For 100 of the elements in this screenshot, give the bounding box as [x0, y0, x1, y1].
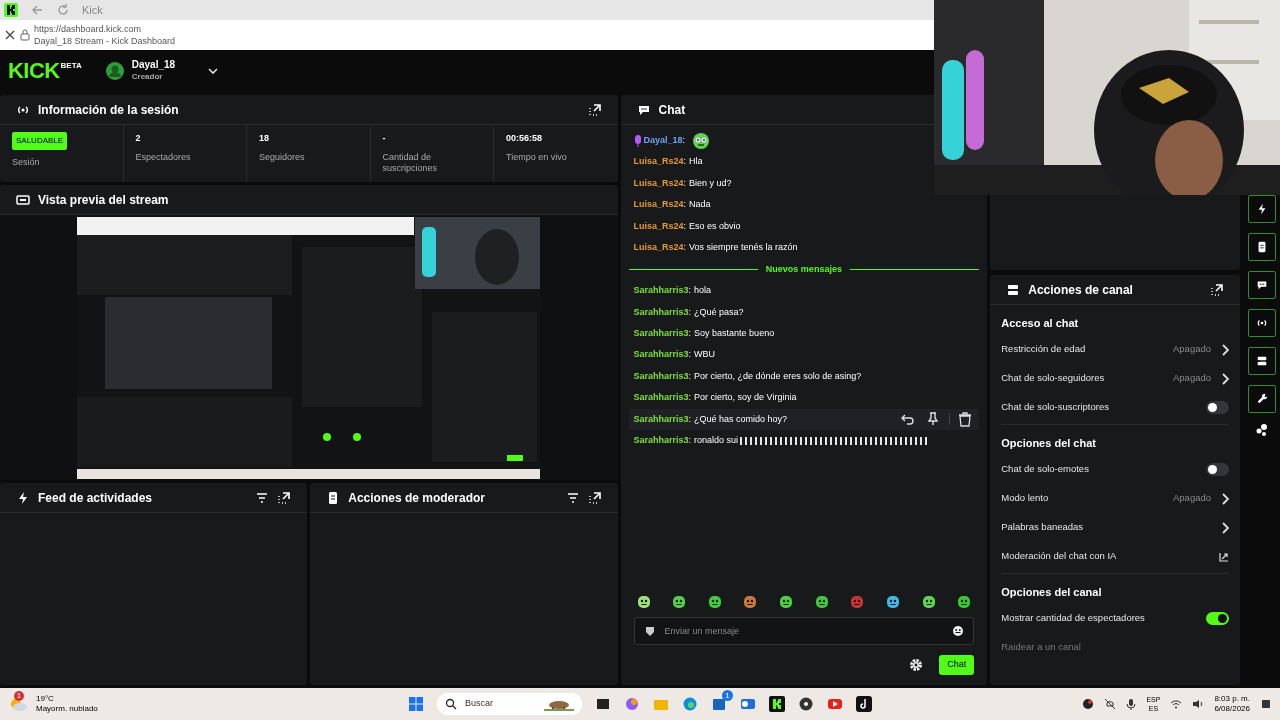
chevron-down-icon[interactable] [207, 65, 220, 77]
tray-app-icon[interactable] [1082, 698, 1095, 710]
chat-message: Sarahharris3: hola [633, 284, 712, 298]
setting-label[interactable]: Moderación del chat con IA [1001, 549, 1117, 564]
setting-value: Apagado [1173, 342, 1212, 357]
stat-value: 18 [259, 133, 270, 144]
preview-icon [16, 192, 30, 207]
external-link-icon[interactable] [1219, 551, 1230, 562]
setting-label[interactable]: Modo lento [1001, 491, 1049, 506]
setting-label[interactable]: Restricción de edad [1001, 342, 1086, 357]
channel-button[interactable] [1247, 347, 1276, 375]
chat-message: Dayal_18: [643, 133, 687, 147]
setting-label[interactable]: Chat de solo-emotes [1001, 462, 1089, 477]
kick-logo[interactable]: KICK [8, 60, 60, 82]
emote-icon[interactable] [885, 595, 900, 609]
section-heading: Opciones del chat [1001, 435, 1097, 451]
document-button[interactable] [1247, 233, 1276, 261]
emote-icon[interactable] [957, 595, 972, 609]
beta-label: BETA [60, 60, 82, 72]
chat-message: Luisa_Rs24: Bien y ud? [633, 176, 732, 190]
emote-icon[interactable] [636, 595, 651, 609]
setting-label[interactable]: Mostrar cantidad de espectadores [1001, 611, 1145, 626]
chat-message: Luisa_Rs24: Hla [633, 155, 703, 169]
chat-button[interactable] [1247, 271, 1276, 299]
chat-message: Luisa_Rs24: Vos siempre tenés la razón [633, 240, 798, 254]
store-icon[interactable] [711, 696, 727, 712]
video-app-icon[interactable] [827, 696, 843, 712]
music-app-icon[interactable] [856, 696, 872, 712]
microphone-icon[interactable] [1126, 698, 1137, 710]
avatar-icon [105, 62, 124, 80]
toggle-switch[interactable] [1206, 401, 1230, 414]
emote-icon[interactable] [921, 595, 936, 609]
panel-title: Acciones de canal [1028, 281, 1134, 299]
notifications-off-icon[interactable] [1104, 698, 1117, 710]
filter-icon[interactable] [255, 490, 270, 505]
emote-icon[interactable] [672, 595, 687, 609]
emoji-icon[interactable] [952, 625, 965, 637]
clock-time[interactable]: 8:03 p. m. [1214, 694, 1250, 704]
copilot-icon[interactable] [624, 696, 640, 712]
broadcast-button[interactable] [1247, 309, 1276, 337]
mail-icon[interactable] [740, 696, 756, 712]
popout-icon[interactable] [587, 490, 602, 505]
chevron-right-icon[interactable] [1219, 520, 1230, 535]
task-view-icon[interactable] [595, 696, 611, 712]
emote-icon[interactable] [707, 595, 722, 609]
notification-badge: 1 [722, 690, 733, 701]
stat-value: - [382, 133, 387, 144]
weather-text: Mayorm. nublado [36, 704, 98, 714]
notification-center-icon[interactable] [1260, 698, 1272, 710]
filter-icon[interactable] [565, 490, 580, 505]
wrench-button[interactable] [1247, 385, 1276, 413]
recorder-icon[interactable] [798, 696, 814, 712]
panel-title: Acciones de moderador [348, 489, 486, 507]
settings-icon[interactable] [909, 658, 924, 672]
emote-icon[interactable] [779, 595, 793, 609]
send-chat-button[interactable]: Chat [939, 655, 975, 675]
close-icon[interactable] [4, 29, 16, 41]
setting-label[interactable]: Chat de solo-suscriptores [1001, 400, 1109, 415]
setting-label: Raidear a un canal [1001, 640, 1081, 655]
volume-icon[interactable] [1192, 699, 1205, 709]
toggle-switch[interactable] [1206, 463, 1230, 476]
emote-icon [692, 131, 711, 150]
emote-icon[interactable] [743, 595, 758, 609]
chat-message: Sarahharris3: ¿Qué pasa? [633, 305, 744, 319]
chevron-right-icon[interactable] [1219, 342, 1230, 357]
windows-start-icon[interactable] [408, 696, 424, 712]
chevron-right-icon[interactable] [1219, 371, 1230, 386]
panel-title: Información de la sesión [38, 101, 180, 119]
message-input-field[interactable]: Enviar un mensaje [633, 617, 975, 645]
panel-title: Feed de actividades [38, 489, 154, 507]
stat-label: Seguidores [259, 152, 306, 163]
new-messages-divider: Nuevos mensajes [765, 262, 842, 276]
popout-icon[interactable] [1210, 282, 1225, 297]
share-icon[interactable] [1254, 423, 1269, 437]
url-text[interactable]: https://dashboard.kick.com [34, 23, 176, 35]
weather-icon[interactable] [8, 696, 28, 712]
temperature: 19°C [36, 694, 55, 704]
channel-icon [1006, 282, 1021, 297]
chat-message: Luisa_Rs24: Eso es obvio [633, 219, 741, 233]
chevron-right-icon[interactable] [1219, 491, 1230, 506]
username[interactable]: Dayal_18 [131, 59, 176, 71]
setting-label[interactable]: Palabras baneadas [1001, 520, 1084, 535]
chat-icon [1255, 279, 1268, 291]
chat-message: Sarahharris3: ¿Qué has comido hoy? [633, 412, 788, 426]
toggle-switch[interactable] [1206, 612, 1230, 625]
taskbar-search-field[interactable]: Buscar [437, 693, 582, 715]
chat-message: Luisa_Rs24: Nada [633, 198, 711, 212]
stat-label: Cantidad de suscripciones [382, 152, 439, 174]
chat-message: Sarahharris3: ronaldo sui [633, 434, 739, 447]
emote-icon[interactable] [814, 595, 829, 609]
popout-icon[interactable] [277, 490, 292, 505]
wifi-icon[interactable] [1170, 699, 1183, 709]
microphone-icon [633, 134, 642, 147]
shield-icon [643, 625, 656, 637]
popout-icon[interactable] [587, 102, 602, 117]
setting-label[interactable]: Chat de solo-seguidores [1001, 371, 1105, 386]
stat-label: Tiempo en vivo [506, 152, 568, 163]
kick-app-icon[interactable] [769, 696, 785, 712]
panel-title: Vista previa del stream [38, 191, 170, 209]
browser-icon[interactable] [682, 696, 698, 712]
